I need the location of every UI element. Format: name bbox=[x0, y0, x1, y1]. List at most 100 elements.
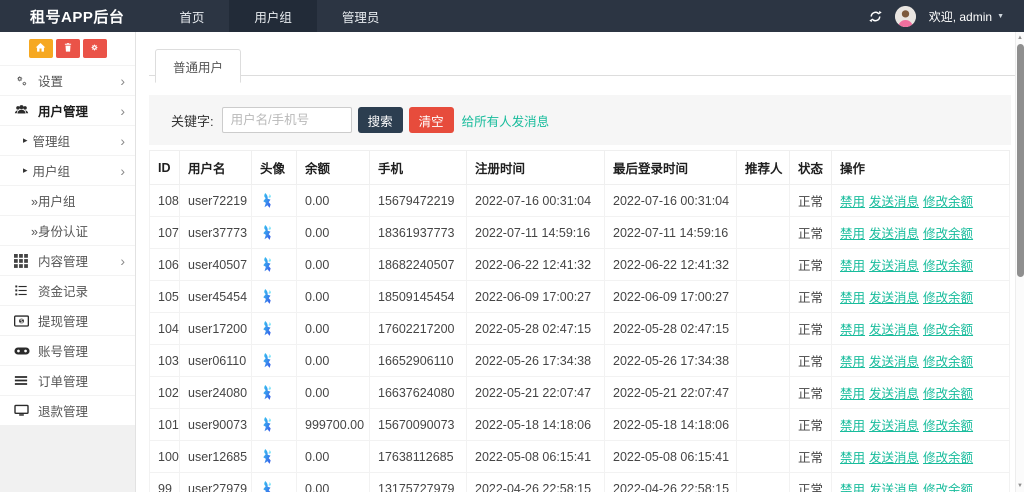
quick-button-home[interactable] bbox=[29, 39, 53, 58]
cell-balance: 999700.00 bbox=[297, 409, 370, 441]
modify-balance-link[interactable]: 修改余额 bbox=[923, 195, 973, 209]
disable-link[interactable]: 禁用 bbox=[840, 451, 865, 465]
broadcast-message-link[interactable]: 给所有人发消息 bbox=[462, 111, 550, 130]
modify-balance-link[interactable]: 修改余额 bbox=[923, 387, 973, 401]
send-message-link[interactable]: 发送消息 bbox=[869, 259, 919, 273]
keyword-input[interactable] bbox=[222, 107, 352, 133]
table-header-cell: 操作 bbox=[832, 151, 1010, 185]
send-message-link[interactable]: 发送消息 bbox=[869, 419, 919, 433]
sidebar-item-身份认证[interactable]: »身份认证 bbox=[0, 215, 135, 245]
welcome-text: 欢迎, admin bbox=[929, 8, 992, 25]
cell-username: user72219 bbox=[180, 185, 252, 217]
rabbit-avatar-icon bbox=[260, 454, 275, 468]
sidebar-item-label: 用户组 bbox=[33, 161, 121, 180]
cell-last-login: 2022-06-09 17:00:27 bbox=[605, 281, 737, 313]
disable-link[interactable]: 禁用 bbox=[840, 323, 865, 337]
main-nav: 首页用户组管理员 bbox=[154, 0, 404, 32]
send-message-link[interactable]: 发送消息 bbox=[869, 451, 919, 465]
quick-button-trash[interactable] bbox=[56, 39, 80, 58]
disable-link[interactable]: 禁用 bbox=[840, 259, 865, 273]
sidebar-item-账号管理[interactable]: 账号管理 bbox=[0, 335, 135, 365]
cell-avatar bbox=[252, 281, 297, 313]
rabbit-avatar-icon bbox=[260, 326, 275, 340]
send-message-link[interactable]: 发送消息 bbox=[869, 291, 919, 305]
sidebar-item-退款管理[interactable]: 退款管理 bbox=[0, 395, 135, 425]
top-navbar: 租号APP后台 首页用户组管理员 欢迎, admin ▼ bbox=[0, 0, 1024, 32]
user-avatar[interactable] bbox=[895, 6, 916, 27]
refresh-icon[interactable] bbox=[869, 10, 882, 23]
disable-link[interactable]: 禁用 bbox=[840, 355, 865, 369]
cell-registered: 2022-05-21 22:07:47 bbox=[467, 377, 605, 409]
quick-button-gear[interactable] bbox=[83, 39, 107, 58]
cell-status: 正常 bbox=[790, 249, 832, 281]
table-row: 108user722190.00156794722192022-07-16 00… bbox=[150, 185, 1010, 217]
cell-phone: 17602217200 bbox=[370, 313, 467, 345]
sidebar-item-资金记录[interactable]: 资金记录 bbox=[0, 275, 135, 305]
scrollbar-up-arrow[interactable]: ▲ bbox=[1016, 34, 1024, 42]
cell-phone: 18682240507 bbox=[370, 249, 467, 281]
table-row: 99user279790.00131757279792022-04-26 22:… bbox=[150, 473, 1010, 492]
disable-link[interactable]: 禁用 bbox=[840, 419, 865, 433]
tab-normal-users[interactable]: 普通用户 bbox=[155, 49, 241, 83]
disable-link[interactable]: 禁用 bbox=[840, 387, 865, 401]
cell-status: 正常 bbox=[790, 345, 832, 377]
modify-balance-link[interactable]: 修改余额 bbox=[923, 419, 973, 433]
search-button[interactable]: 搜索 bbox=[358, 107, 403, 133]
cell-avatar bbox=[252, 249, 297, 281]
sidebar-item-label: 资金记录 bbox=[38, 281, 125, 300]
modify-balance-link[interactable]: 修改余额 bbox=[923, 227, 973, 241]
nav-item-管理员[interactable]: 管理员 bbox=[317, 0, 405, 32]
send-message-link[interactable]: 发送消息 bbox=[869, 195, 919, 209]
grid-icon bbox=[14, 254, 31, 268]
send-message-link[interactable]: 发送消息 bbox=[869, 483, 919, 492]
keyword-label: 关键字: bbox=[171, 111, 214, 130]
rabbit-avatar-icon bbox=[260, 230, 275, 244]
cell-balance: 0.00 bbox=[297, 345, 370, 377]
disable-link[interactable]: 禁用 bbox=[840, 483, 865, 492]
sidebar-item-管理组[interactable]: ▸管理组› bbox=[0, 125, 135, 155]
disable-link[interactable]: 禁用 bbox=[840, 291, 865, 305]
sidebar-item-订单管理[interactable]: 订单管理 bbox=[0, 365, 135, 395]
table-row: 100user126850.00176381126852022-05-08 06… bbox=[150, 441, 1010, 473]
gamepad-icon bbox=[14, 346, 31, 356]
disable-link[interactable]: 禁用 bbox=[840, 195, 865, 209]
modify-balance-link[interactable]: 修改余额 bbox=[923, 483, 973, 492]
modify-balance-link[interactable]: 修改余额 bbox=[923, 259, 973, 273]
send-message-link[interactable]: 发送消息 bbox=[869, 323, 919, 337]
cell-status: 正常 bbox=[790, 313, 832, 345]
cell-operations: 禁用发送消息修改余额 bbox=[832, 281, 1010, 313]
clear-button[interactable]: 清空 bbox=[409, 107, 454, 133]
sidebar-item-用户管理[interactable]: 用户管理› bbox=[0, 95, 135, 125]
sidebar-item-label: »身份认证 bbox=[31, 221, 125, 240]
cell-registered: 2022-04-26 22:58:15 bbox=[467, 473, 605, 492]
modify-balance-link[interactable]: 修改余额 bbox=[923, 291, 973, 305]
sidebar-item-设置[interactable]: 设置› bbox=[0, 65, 135, 95]
cell-status: 正常 bbox=[790, 281, 832, 313]
modify-balance-link[interactable]: 修改余额 bbox=[923, 323, 973, 337]
sidebar-item-label: 账号管理 bbox=[38, 341, 125, 360]
nav-item-用户组[interactable]: 用户组 bbox=[229, 0, 317, 32]
gear-icon bbox=[89, 41, 100, 56]
sidebar-item-内容管理[interactable]: 内容管理› bbox=[0, 245, 135, 275]
cell-avatar bbox=[252, 473, 297, 492]
modify-balance-link[interactable]: 修改余额 bbox=[923, 451, 973, 465]
welcome-menu[interactable]: 欢迎, admin ▼ bbox=[929, 8, 1004, 25]
modify-balance-link[interactable]: 修改余额 bbox=[923, 355, 973, 369]
sidebar-item-用户组[interactable]: ▸用户组› bbox=[0, 155, 135, 185]
money-icon: $ bbox=[14, 315, 31, 327]
nav-item-首页[interactable]: 首页 bbox=[154, 0, 229, 32]
send-message-link[interactable]: 发送消息 bbox=[869, 387, 919, 401]
send-message-link[interactable]: 发送消息 bbox=[869, 355, 919, 369]
cell-id: 105 bbox=[150, 281, 180, 313]
cell-avatar bbox=[252, 313, 297, 345]
sidebar-item-提现管理[interactable]: $提现管理 bbox=[0, 305, 135, 335]
rabbit-avatar-icon bbox=[260, 262, 275, 276]
scrollbar-thumb[interactable] bbox=[1017, 44, 1024, 277]
cell-last-login: 2022-05-21 22:07:47 bbox=[605, 377, 737, 409]
send-message-link[interactable]: 发送消息 bbox=[869, 227, 919, 241]
sidebar-item-用户组[interactable]: »用户组 bbox=[0, 185, 135, 215]
scrollbar-down-arrow[interactable]: ▼ bbox=[1016, 482, 1024, 490]
caret-down-icon: ▼ bbox=[997, 13, 1004, 20]
vertical-scrollbar[interactable]: ▲ ▼ bbox=[1015, 32, 1024, 492]
disable-link[interactable]: 禁用 bbox=[840, 227, 865, 241]
